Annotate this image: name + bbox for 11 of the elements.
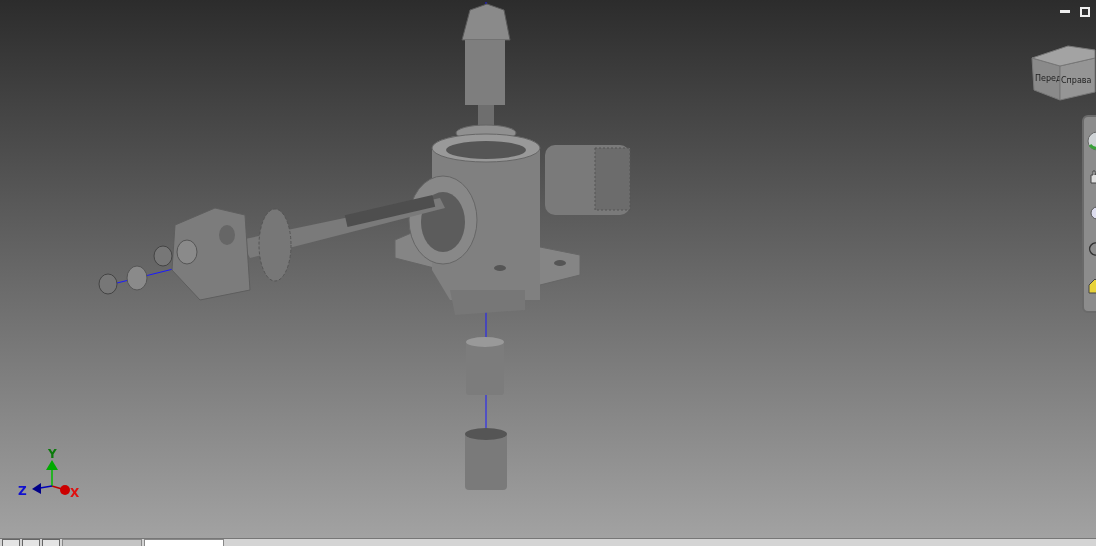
minimize-icon [1060, 10, 1070, 14]
axis-label: Y [48, 447, 57, 461]
restore-icon [1080, 7, 1090, 17]
restore-button[interactable] [1078, 6, 1092, 18]
view-cube-top[interactable] [1031, 45, 1096, 67]
axis-label: Z [18, 484, 27, 498]
document-tab[interactable] [144, 539, 224, 546]
layout-button[interactable] [22, 539, 40, 546]
axis-label: X [70, 486, 80, 500]
layout-button[interactable] [2, 539, 20, 546]
layout-button[interactable] [42, 539, 60, 546]
